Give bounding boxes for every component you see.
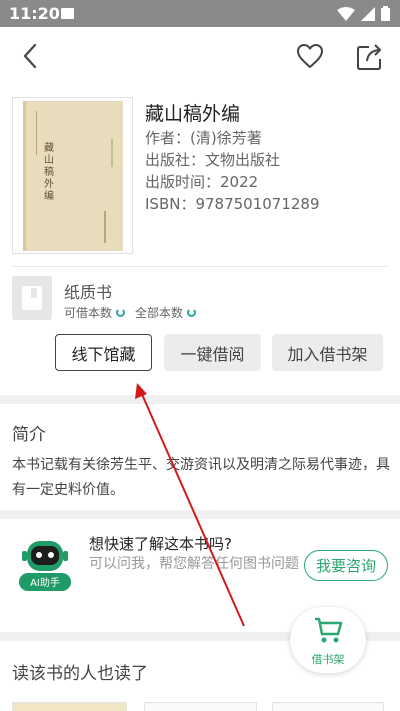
- related-book-thumbnail[interactable]: [12, 702, 127, 711]
- cover-ornament: [111, 139, 113, 167]
- consult-button[interactable]: 我要咨询: [304, 550, 388, 581]
- book-title: 藏山稿外编: [145, 103, 241, 125]
- top-bar: [0, 27, 400, 85]
- cart-icon: [315, 617, 343, 643]
- book-cover[interactable]: 藏山稿外编: [12, 97, 133, 254]
- paper-book-icon: [12, 276, 52, 320]
- offline-collection-button[interactable]: 线下馆藏: [55, 334, 152, 371]
- book-author: 作者：(清)徐芳著: [145, 129, 262, 147]
- related-book-thumbnail[interactable]: [272, 702, 384, 711]
- signal-icon: [361, 6, 375, 21]
- ai-assistant-robot-icon: AI助手: [19, 541, 71, 591]
- section-separator: [0, 510, 400, 519]
- status-icons: [337, 6, 390, 21]
- book-cover-image: 藏山稿外编: [23, 101, 123, 251]
- wifi-icon: [337, 6, 355, 21]
- available-count-label: 可借本数: [64, 306, 113, 320]
- bookshelf-fab-label: 借书架: [311, 653, 345, 666]
- section-separator: [0, 395, 400, 404]
- ai-badge-text: AI助手: [30, 576, 60, 589]
- divider: [12, 266, 389, 267]
- book-publisher: 出版社：文物出版社: [145, 151, 281, 169]
- intro-title: 简介: [12, 425, 46, 445]
- available-loading-icon: [116, 308, 126, 317]
- copy-counts: 可借本数 全部本数: [64, 304, 202, 321]
- format-name: 纸质书: [64, 283, 113, 302]
- book-publish-time: 出版时间：2022: [145, 173, 259, 191]
- book-isbn: ISBN：9787501071289: [145, 195, 320, 213]
- related-book-thumbnail[interactable]: [144, 702, 257, 711]
- share-icon[interactable]: [355, 41, 383, 71]
- intro-text: 本书记载有关徐芳生平、交游资讯以及明清之际易代事迹，具有一定史料价值。: [12, 457, 390, 498]
- cover-ornament: [104, 211, 106, 243]
- total-loading-icon: [187, 308, 197, 317]
- favorite-heart-icon[interactable]: [296, 43, 324, 69]
- battery-icon: [381, 6, 390, 21]
- ai-prompt-subtitle: 可以问我，帮您解答任何图书问题: [89, 556, 299, 572]
- cover-title-text: 藏山稿外编: [44, 143, 54, 202]
- cover-ornament: [36, 111, 40, 155]
- add-to-shelf-button[interactable]: 加入借书架: [272, 334, 383, 371]
- status-bar: 11:20: [0, 0, 400, 27]
- total-count-label: 全部本数: [135, 306, 184, 320]
- bookshelf-fab[interactable]: 借书架: [290, 607, 366, 673]
- one-click-borrow-button[interactable]: 一键借阅: [164, 334, 261, 371]
- back-icon[interactable]: [19, 42, 43, 70]
- status-time: 11:20: [9, 4, 60, 23]
- ai-prompt-title: 想快速了解这本书吗?: [89, 535, 232, 553]
- image-notification-icon: [61, 8, 74, 19]
- also-read-title: 读该书的人也读了: [12, 664, 148, 684]
